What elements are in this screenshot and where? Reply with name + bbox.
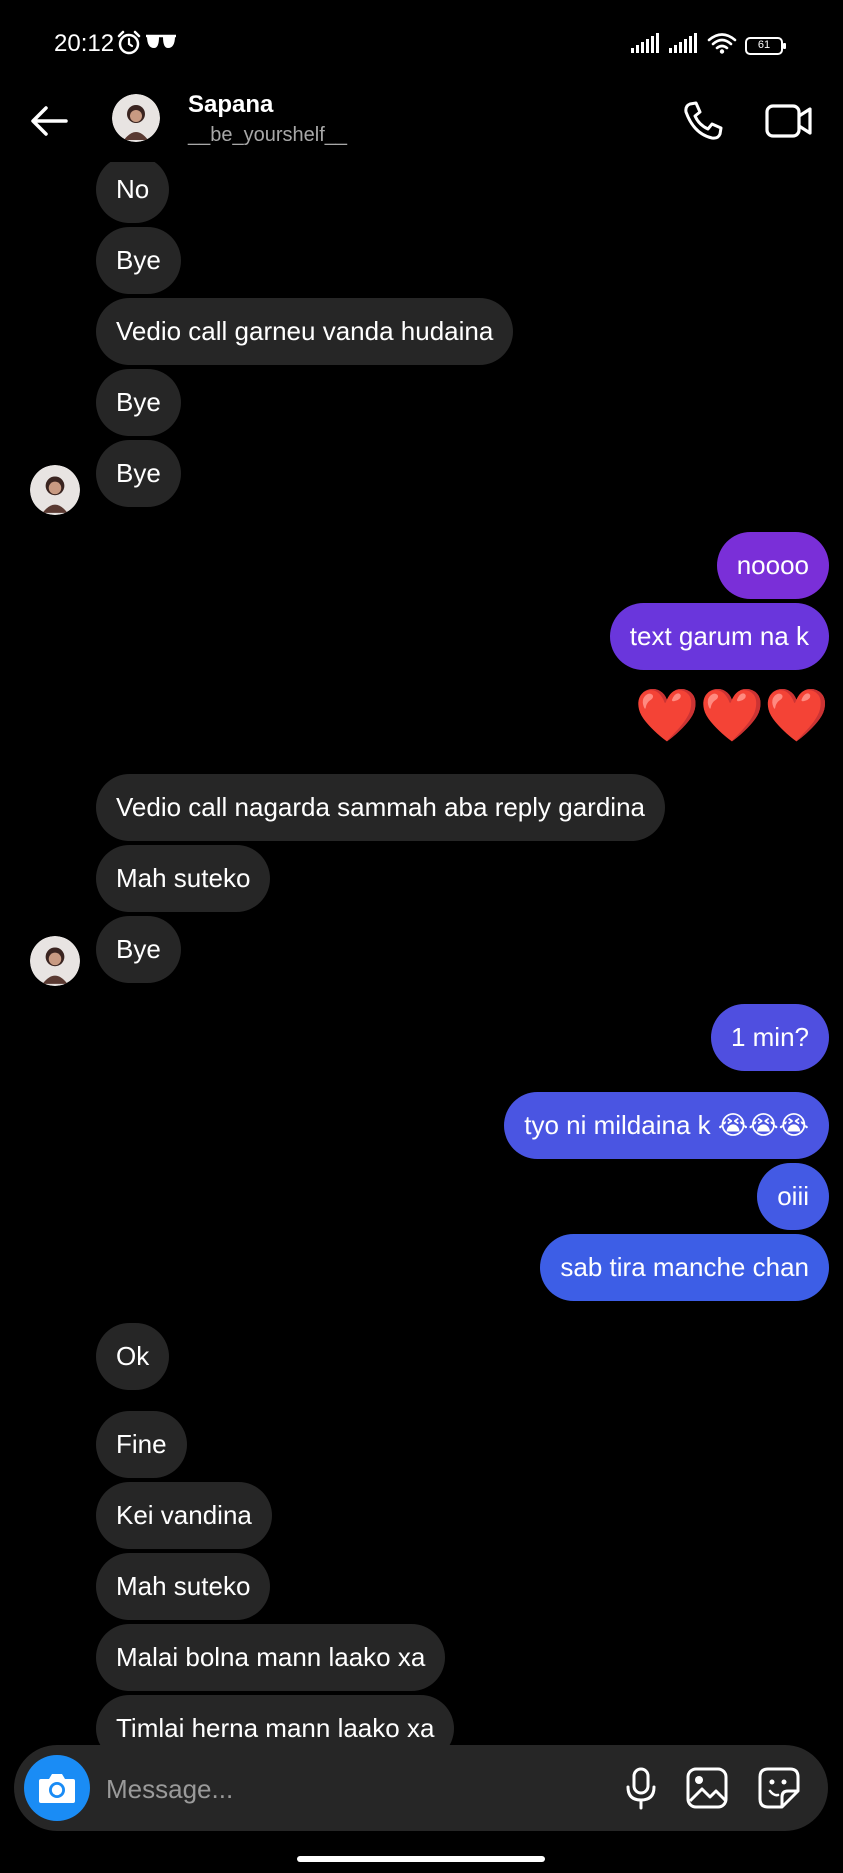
gallery-button[interactable] xyxy=(684,1765,730,1811)
reading-mode-icon xyxy=(145,33,177,56)
message-bubble[interactable]: Bye xyxy=(96,369,181,436)
camera-button[interactable] xyxy=(24,1755,90,1821)
message-bubble[interactable]: Vedio call nagarda sammah aba reply gard… xyxy=(96,774,666,841)
message-bubble[interactable]: Kei vandina xyxy=(96,1482,272,1549)
message-bubble[interactable]: Bye xyxy=(96,440,181,507)
heart-reaction-message[interactable]: ❤️❤️❤️ xyxy=(635,686,829,746)
battery-icon: 61 xyxy=(745,36,786,55)
message-bubble[interactable]: Bye xyxy=(96,916,181,983)
message-bubble[interactable]: noooo xyxy=(716,532,829,599)
message-bubble[interactable]: Timlai herna mann laako xa xyxy=(96,1695,455,1745)
avatar[interactable] xyxy=(30,936,80,986)
message-thread[interactable]: No Bye Vedio call garneu vanda hudaina B… xyxy=(0,162,843,1745)
status-bar: 20:12 61 xyxy=(0,0,843,92)
message-bubble[interactable]: sab tira manche chan xyxy=(540,1234,829,1301)
video-call-button[interactable] xyxy=(764,98,814,144)
home-indicator[interactable] xyxy=(297,1856,545,1862)
signal-icon-2 xyxy=(669,33,699,58)
message-composer xyxy=(14,1745,828,1831)
contact-username[interactable]: __be_yourshelf__ xyxy=(188,124,347,147)
microphone-button[interactable] xyxy=(618,1765,664,1811)
message-bubble[interactable]: Bye xyxy=(96,227,181,294)
alarm-icon xyxy=(116,30,142,61)
message-bubble[interactable]: 1 min? xyxy=(710,1004,829,1071)
status-indicators: 61 xyxy=(631,32,786,59)
avatar[interactable] xyxy=(30,465,80,515)
contact-name[interactable]: Sapana xyxy=(188,91,273,119)
wifi-icon xyxy=(707,32,737,59)
message-bubble[interactable]: Malai bolna mann laako xa xyxy=(96,1624,446,1691)
signal-icon xyxy=(631,33,661,58)
voice-call-button[interactable] xyxy=(680,98,726,144)
message-bubble[interactable]: No xyxy=(96,162,170,223)
message-bubble[interactable]: Vedio call garneu vanda hudaina xyxy=(96,298,514,365)
message-bubble[interactable]: oiii xyxy=(757,1163,829,1230)
message-bubble[interactable]: Mah suteko xyxy=(96,1553,271,1620)
chat-header: Sapana __be_yourshelf__ xyxy=(0,80,843,162)
sticker-button[interactable] xyxy=(756,1765,802,1811)
message-bubble[interactable]: text garum na k xyxy=(609,603,829,670)
message-bubble[interactable]: Ok xyxy=(96,1323,170,1390)
message-bubble[interactable]: Mah suteko xyxy=(96,845,271,912)
message-input[interactable] xyxy=(104,1763,608,1815)
battery-level: 61 xyxy=(757,39,771,51)
avatar[interactable] xyxy=(112,94,160,142)
back-button[interactable] xyxy=(26,98,72,144)
message-bubble[interactable]: tyo ni mildaina k 😭😭😭 xyxy=(504,1092,829,1159)
status-time: 20:12 xyxy=(54,30,115,57)
message-bubble[interactable]: Fine xyxy=(96,1411,187,1478)
message-bubble[interactable]: ❤️❤️❤️ xyxy=(635,686,829,746)
